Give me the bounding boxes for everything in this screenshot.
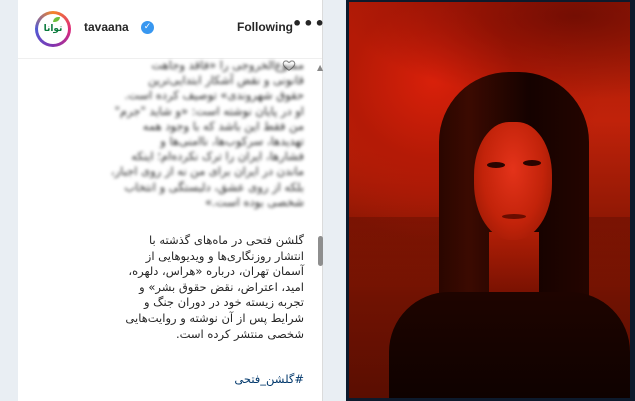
photo-coat (389, 292, 630, 398)
photo-left-eye (487, 162, 505, 168)
caption-scrollbar-thumb[interactable] (318, 236, 323, 266)
avatar[interactable]: توانا (35, 11, 71, 47)
portrait-photo-red-tint (349, 2, 630, 398)
verified-badge-icon: ✓ (141, 21, 154, 34)
caption-earlier-text: ممنوع‌الخروجی را «فاقد وجاهت قانونی و نقض… (46, 58, 304, 230)
caption-text: گلشن فتحی در ماه‌های گذشته با انتشار روزن… (46, 233, 304, 342)
caption-blurred-line: ممنوع‌الخروجی را «فاقد وجاهت (151, 58, 304, 72)
hashtag-link[interactable]: #گلشن_فتحی (46, 372, 304, 386)
username-link[interactable]: tavaana (84, 20, 129, 34)
photo-right-eye (523, 160, 541, 166)
avatar-logo: توانا (43, 24, 63, 34)
caption-line: شخصی منتشر کرده است. (175, 326, 304, 341)
caption-blurred-line: فشارها، ایران را ترک نکرده‌ام؛ اینکه (131, 149, 304, 164)
post-image-frame (346, 0, 635, 401)
caption-blurred-line: حقوق شهروندی» توصیف کرده است. (124, 88, 304, 103)
caption-scrollbar-track[interactable] (319, 76, 322, 376)
avatar-logo-container: توانا (38, 14, 68, 44)
following-button[interactable]: Following (237, 20, 293, 34)
leaf-icon (53, 17, 60, 22)
post-header: توانا tavaana ✓ Following ••• (18, 0, 325, 59)
photo-mouth (502, 214, 526, 219)
caption-blurred-line: بلکه از روی عشق، دلبستگی و انتخاب (124, 179, 304, 194)
caption-blurred-line: قانونی و نقض آشکار ابتدایی‌ترین (148, 73, 304, 88)
caption-blurred-line: تهدیدها، سرکوب‌ها، ناامنی‌ها و (160, 134, 304, 149)
caption-line: امید، اعتراض، نقض حقوق بشر» و (139, 279, 304, 294)
caption-blurred-line: ماندن در ایران برای من نه از روی اجبار، (110, 164, 304, 179)
caption-line: شرایط پس از آن نوشته و روایت‌هایی (125, 310, 304, 325)
photo-face (474, 122, 552, 240)
photo-neck (489, 232, 539, 292)
caption-blurred-line: من فقط این باشد که با وجود همه (142, 118, 304, 133)
caption-blurred-line: شخصی بوده است.» (204, 194, 304, 209)
instagram-post-panel: توانا tavaana ✓ Following ••• ▲ ممنوع‌ال… (18, 0, 325, 401)
caption-line: آسمان تهران، درباره «هراس، دلهره، (128, 264, 304, 279)
caption-line: گلشن فتحی در ماه‌های گذشته با (149, 233, 304, 247)
caption-blurred-line: او در پایان نوشته است: «و شاید "جرم" (114, 103, 304, 118)
more-options-icon[interactable]: ••• (292, 14, 326, 33)
chevron-up-icon[interactable]: ▲ (317, 63, 323, 72)
caption-line: تجربه زیسته خود در دوران جنگ و (143, 295, 304, 310)
caption-line: انتشار روزنگاری‌ها و ویدیوهایی از (145, 248, 304, 263)
